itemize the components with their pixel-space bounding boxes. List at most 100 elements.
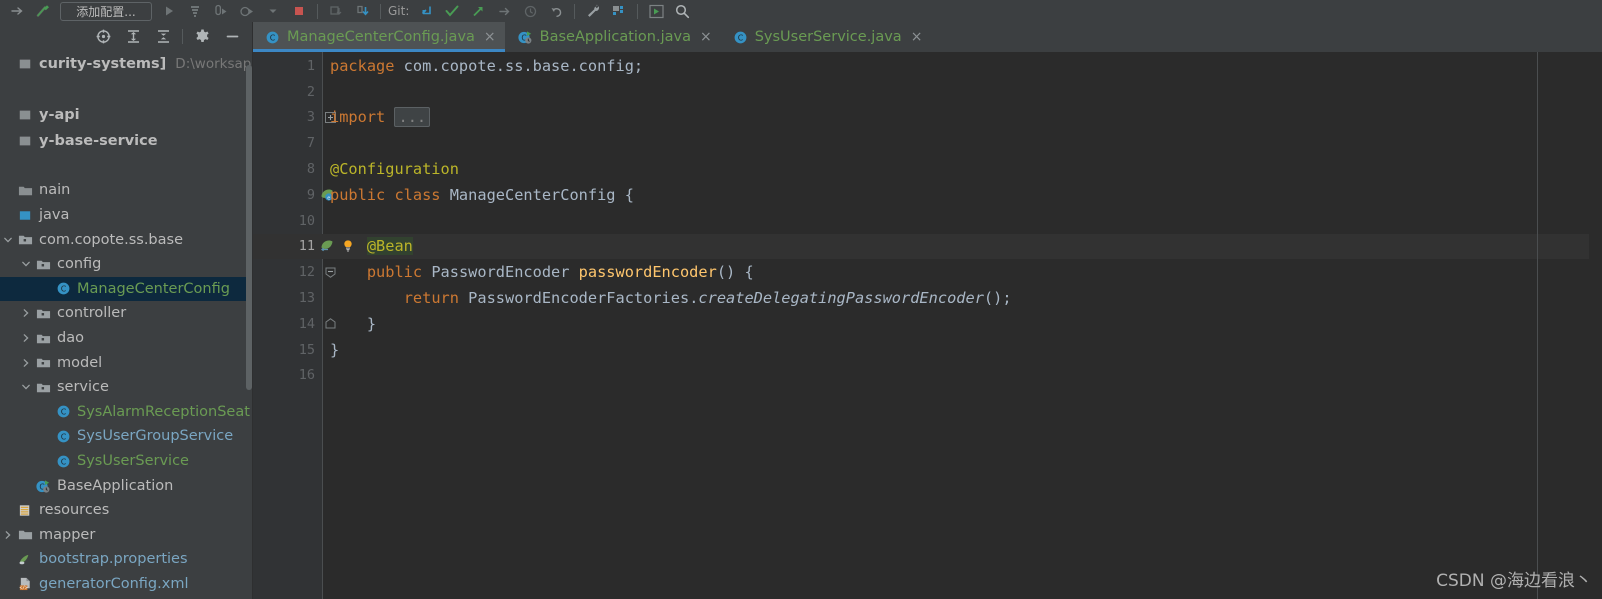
code-line[interactable]: 11 @Bean (253, 233, 1602, 260)
tree-item-dao[interactable]: dao (0, 326, 253, 351)
gear-icon[interactable] (187, 25, 217, 49)
build-hammer-icon[interactable] (30, 1, 56, 21)
download-icon[interactable] (349, 1, 375, 21)
code-line[interactable]: 16 (253, 363, 1602, 389)
code-line[interactable]: 2 (253, 79, 1602, 105)
tree-item-label: mapper (39, 526, 96, 543)
close-icon[interactable]: × (911, 30, 923, 44)
chevron-down-icon[interactable] (260, 1, 286, 21)
arrow-right-icon[interactable] (491, 1, 517, 21)
svg-text:C: C (60, 457, 66, 466)
hide-panel-icon[interactable] (217, 25, 247, 49)
tree-item-curity-systems[interactable]: curity-systems] D:\worksapce\anfar (0, 51, 253, 77)
editor-scrollbar[interactable] (1589, 52, 1602, 599)
debug-icon[interactable] (208, 1, 234, 21)
code-text: public class ManageCenterConfig { (330, 185, 634, 204)
chevron-right-icon[interactable] (18, 333, 33, 343)
chevron-down-icon[interactable] (0, 235, 15, 245)
editor-tab-baseapplication-java[interactable]: C BaseApplication.java × (505, 22, 721, 52)
tree-item-java[interactable]: java (0, 203, 253, 228)
rollback-icon[interactable] (543, 1, 569, 21)
java-class-icon: C (53, 281, 73, 296)
chevron-down-icon[interactable] (18, 259, 33, 269)
tree-item-resources[interactable]: resources (0, 498, 253, 523)
resources-root-icon (15, 503, 35, 518)
commit-icon[interactable] (439, 1, 465, 21)
tree-item-nain[interactable]: nain (0, 178, 253, 203)
code-line[interactable]: 15} (253, 337, 1602, 363)
code-line[interactable]: 7 (253, 130, 1602, 156)
tree-item-service[interactable]: service (0, 375, 253, 400)
tree-item-mapper[interactable]: mapper (0, 523, 253, 548)
package-icon (15, 232, 35, 247)
spring-boot-class-icon: C (33, 478, 53, 494)
code-line[interactable]: 3 import ... (253, 105, 1602, 131)
editor-tab-managecenterconfig-java[interactable]: C ManageCenterConfig.java × (253, 22, 505, 52)
code-line[interactable]: 12 public PasswordEncoder passwordEncode… (253, 259, 1602, 285)
collapse-all-icon[interactable] (148, 25, 178, 49)
editor-code-area[interactable]: 1 package com.copote.ss.base.config; 2 3 imp… (253, 52, 1602, 599)
package-icon (33, 380, 53, 395)
editor-tab-label: BaseApplication.java (539, 29, 691, 45)
project-panel-toolbar (0, 22, 253, 51)
toolbar-separator (637, 3, 639, 19)
push-icon[interactable] (465, 1, 491, 21)
search-icon[interactable] (669, 1, 695, 21)
tree-item-label: com.copote.ss.base (39, 231, 183, 248)
expand-all-icon[interactable] (118, 25, 148, 49)
tree-item-y-base-service[interactable]: y-base-service (0, 128, 253, 154)
close-icon[interactable]: × (700, 30, 712, 44)
tree-item-bootstrap-properties[interactable]: bootstrap.properties (0, 547, 253, 572)
line-number: 12 (298, 264, 315, 281)
folder-plain-icon (15, 527, 35, 542)
tree-item-baseapplication[interactable]: C BaseApplication (0, 473, 253, 498)
chevron-right-icon[interactable] (18, 308, 33, 318)
forward-arrow-icon[interactable] (4, 1, 30, 21)
tree-item-com-copote-ss-base[interactable]: com.copote.ss.base (0, 227, 253, 252)
code-line[interactable]: 13 return PasswordEncoderFactories.creat… (253, 285, 1602, 311)
chevron-right-icon[interactable] (0, 530, 15, 540)
code-line[interactable]: 10 (253, 208, 1602, 234)
select-opened-file-icon[interactable] (88, 25, 118, 49)
tree-item-y-api[interactable]: y-api (0, 102, 253, 128)
tree-item-controller[interactable]: controller (0, 301, 253, 326)
tree-item-label: SysUserService (77, 453, 189, 470)
code-line[interactable]: 8 @Configuration (253, 156, 1602, 182)
run-with-coverage-icon[interactable] (234, 1, 260, 21)
editor-tab-label: SysUserService.java (754, 29, 902, 45)
tree-item-label: SysAlarmReceptionSeat (77, 403, 250, 420)
git-label: Git: (388, 4, 410, 18)
close-icon[interactable]: × (484, 30, 496, 44)
project-tree[interactable]: curity-systems] D:\worksapce\anfar y-api y-… (0, 51, 253, 599)
code-editor[interactable]: 1 package com.copote.ss.base.config; 2 3 imp… (253, 52, 1602, 599)
code-line[interactable]: 14 } (253, 311, 1602, 337)
line-number: 11 (298, 238, 315, 255)
attach-debugger-icon[interactable] (323, 1, 349, 21)
wrench-icon[interactable] (580, 1, 606, 21)
tree-item-label: model (57, 354, 103, 371)
editor-tab-sysuserservice-java[interactable]: C SysUserService.java × (721, 22, 932, 52)
tree-item-model[interactable]: model (0, 350, 253, 375)
database-icon[interactable] (606, 1, 632, 21)
tree-item-generatorconfig-xml[interactable]: </> generatorConfig.xml (0, 572, 253, 597)
update-project-icon[interactable] (413, 1, 439, 21)
tree-item-sysalarmreceptionseat[interactable]: C SysAlarmReceptionSeat (0, 400, 253, 425)
package-icon (33, 306, 53, 321)
java-class-icon: C (265, 30, 280, 45)
tree-item-managecenterconfig[interactable]: C ManageCenterConfig (0, 276, 253, 302)
tree-item-sysuserservice[interactable]: C SysUserService (0, 449, 253, 474)
run-icon[interactable] (156, 1, 182, 21)
chevron-down-icon[interactable] (18, 382, 33, 392)
run-anything-icon[interactable] (643, 1, 669, 21)
stop-icon[interactable] (286, 1, 312, 21)
chevron-right-icon[interactable] (18, 358, 33, 368)
tree-item-config[interactable]: config (0, 252, 253, 277)
tree-item-sysusergroupservice[interactable]: C SysUserGroupService (0, 424, 253, 449)
code-line[interactable]: 9 e public class ManageCenterConfig { (253, 182, 1602, 208)
history-icon[interactable] (517, 1, 543, 21)
module-icon (15, 134, 35, 148)
properties-file-icon (15, 552, 35, 567)
build-project-icon[interactable] (182, 1, 208, 21)
run-configuration-selector[interactable]: 添加配置... (60, 1, 152, 21)
code-line[interactable]: 1 package com.copote.ss.base.config; (253, 53, 1602, 79)
